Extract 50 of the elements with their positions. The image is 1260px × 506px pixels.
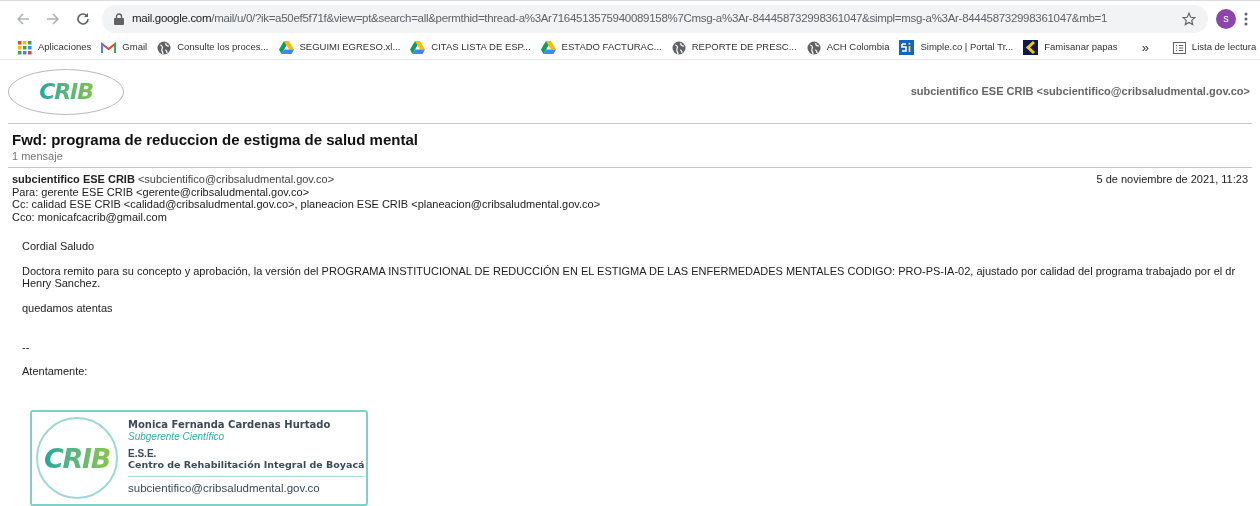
bookmark-item[interactable]: SEGUIMI EGRESO.xl... [278,40,401,55]
reading-list-item[interactable]: Lista de lectura [1172,40,1257,55]
email-subject: Fwd: programa de reduccion de estigma de salud mental [12,131,419,149]
globe-icon [671,40,686,55]
lock-icon [114,12,124,25]
drive-triangle-icon [410,41,426,54]
chevron-logo-icon [1023,40,1039,55]
bookmark-item[interactable]: Simple.co | Portal Tr... [899,40,1014,55]
apps-grid-icon [18,40,32,55]
url-text: mail.google.com/mail/u/0/?ik=a50ef5f71f&view=pt&search=all&permthid=thread-a%3Ar7164513575940089158%7Cmsg-a%3Ar-844458732998361047&simpl=msg-a%3Ar-844458732998361047&mb=1 [132,10,1109,26]
list-icon [1172,41,1186,54]
bookmark-item[interactable]: Aplicaciones [18,40,92,55]
menu-icon[interactable] [1244,11,1248,26]
si-logo-icon [899,40,915,55]
star-icon[interactable] [1182,11,1196,26]
signature-email: subcientifico@cribsaludmental.gov.co [128,481,321,497]
forward-arrow-icon [46,11,60,26]
more-bookmarks-button[interactable]: » [1137,37,1153,58]
signature-role: Subgerente Científico [128,431,226,444]
recipient-line: Cc: calidad ESE CRIB <calidad@cribsaludmental.gov.co>, planeacion ESE CRIB <planeacion@cribsaludmental.gov.co> [12,198,602,212]
recipient-line: Para: gerente ESE CRIB <gerente@cribsaludmental.gov.co> [12,185,311,199]
drive-triangle-icon [540,41,556,54]
signature-org: Centro de Rehabilitación Integral de Boyacá [128,459,365,478]
globe-icon [157,40,172,55]
bookmark-item[interactable]: CITAS LISTA DE ESP... [410,40,531,55]
signature-name: Monica Fernanda Cardenas Hurtado [128,419,332,432]
account-label: subcientifico ESE CRIB <subcientifico@cribsaludmental.gov.co> [910,84,1250,100]
body-paragraph: Cordial Saludo [22,239,96,253]
body-paragraph: quedamos atentas [22,301,114,315]
back-arrow-icon [16,11,30,26]
drive-triangle-icon [278,41,294,54]
signature-org-short: E.S.E. [128,448,158,460]
bookmark-item[interactable]: ESTADO FACTURAC... [540,40,662,55]
globe-icon [806,40,821,55]
reload-icon [76,11,90,26]
message-count: 1 mensaje [12,149,64,163]
message-date: 5 de noviembre de 2021, 11:23 [1096,173,1248,186]
bookmark-item[interactable]: ACH Colombia [806,40,890,55]
bookmark-item[interactable]: Gmail [101,40,148,55]
bookmark-item[interactable]: REPORTE DE PRESC... [671,40,797,55]
signature-separator: -- [22,340,31,354]
sender-line: subcientifico ESE CRIB <subcientifico@cribsaludmental.gov.co> [12,173,335,186]
recipient-line: Cco: monicafcacrib@gmail.com [12,211,168,224]
body-paragraph: Doctora remito para su concepto y aprobación, la versión del PROGRAMA INSTITUCIONAL DE REDUCCIÓN EN EL ESTIGMA DE LAS ENFERMEDADES MENTALES CODIGO: PRO-PS-IA-02, ajustado por calidad del programa trabajado por el dr Henry Sanchez. [22,264,1237,290]
bookmark-item[interactable]: Famisanar papas [1023,40,1118,55]
mail-m-icon [101,41,117,54]
closing-text: Atentamente: [22,365,89,379]
bookmark-item[interactable]: Consulte los proces... [157,40,269,55]
address-bar[interactable]: mail.google.com/mail/u/0/?ik=a50ef5f71f&view=pt&search=all&permthid=thread-a%3Ar7164513575940089158%7Cmsg-a%3Ar-844458732998361047&simpl=msg-a%3Ar-844458732998361047&mb=1 [102,4,1208,33]
profile-avatar[interactable]: s [1216,8,1236,29]
